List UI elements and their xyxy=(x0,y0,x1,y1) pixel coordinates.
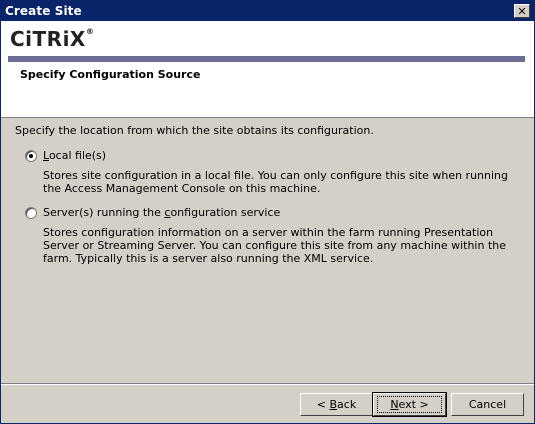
server-config-label[interactable]: Server(s) running the configuration serv… xyxy=(43,206,280,219)
radio-selected-dot xyxy=(29,153,33,158)
instruction-text: Specify the location from which the site… xyxy=(15,124,374,137)
close-button[interactable]: ✕ xyxy=(514,4,530,18)
next-button[interactable]: Next > xyxy=(372,392,447,417)
server-config-radio-option[interactable]: Server(s) running the configuration serv… xyxy=(25,206,280,219)
window-title: Create Site xyxy=(5,4,82,18)
cancel-button[interactable]: Cancel xyxy=(451,393,524,416)
footer-divider xyxy=(1,383,534,385)
header-stripe xyxy=(8,56,525,62)
wizard-header: CiTRiX® Specify Configuration Source xyxy=(1,21,534,118)
back-button[interactable]: < Back xyxy=(300,393,373,416)
citrix-logo: CiTRiX® xyxy=(10,27,95,51)
close-icon: ✕ xyxy=(517,4,527,18)
local-files-radio[interactable] xyxy=(25,149,37,162)
local-files-label[interactable]: Local file(s) xyxy=(43,149,106,162)
page-title: Specify Configuration Source xyxy=(20,68,201,81)
create-site-dialog: Create Site ✕ CiTRiX® Specify Configurat… xyxy=(0,0,535,424)
local-files-radio-option[interactable]: Local file(s) xyxy=(25,149,106,162)
title-bar[interactable]: Create Site ✕ xyxy=(1,1,534,21)
server-config-radio[interactable] xyxy=(25,206,37,219)
local-files-description: Stores site configuration in a local fil… xyxy=(43,169,509,195)
server-config-description: Stores configuration information on a se… xyxy=(43,226,506,265)
